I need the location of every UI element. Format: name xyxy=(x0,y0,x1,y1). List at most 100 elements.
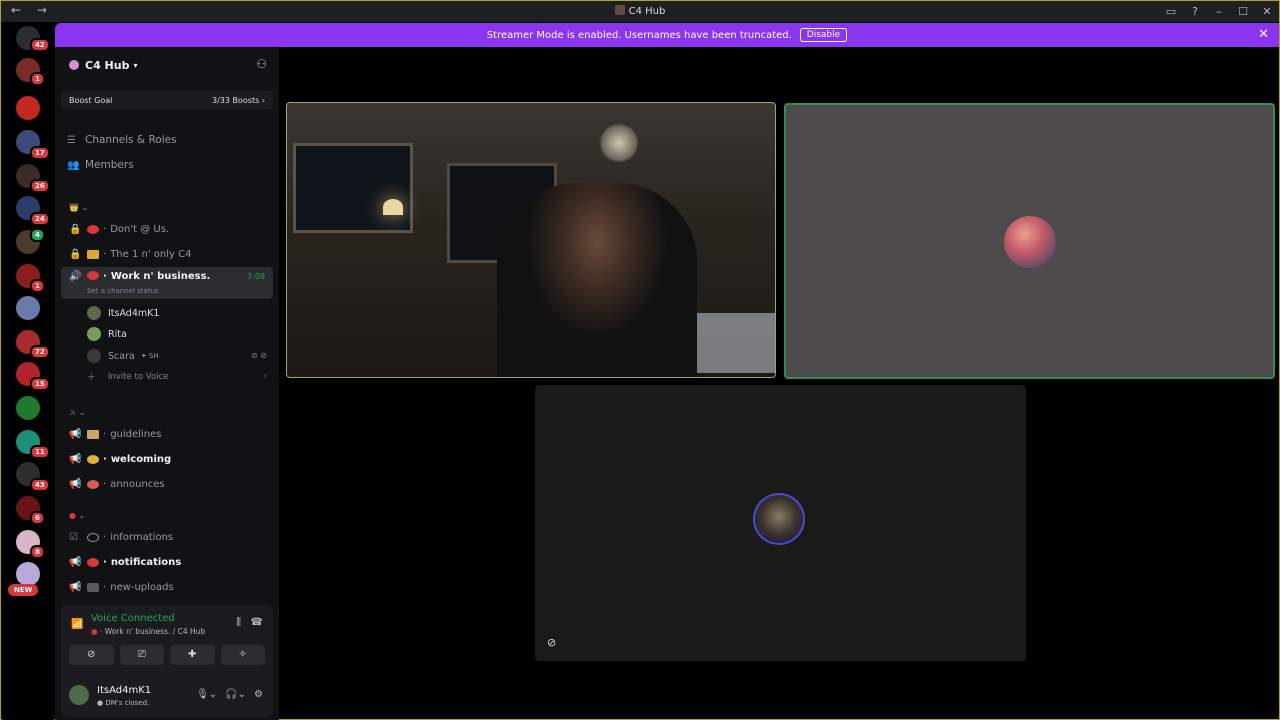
channel-new-uploads[interactable]: 📢 · new-uploads xyxy=(61,576,273,598)
audio-controls: 🎙⌄ 🎧⌄ ⚙ xyxy=(196,689,263,700)
chevron-right-icon: › xyxy=(261,95,265,105)
invite-label: Invite to Voice xyxy=(108,372,169,382)
server-icon-mafia[interactable] xyxy=(16,96,40,120)
video-tile-avatar-speaking[interactable] xyxy=(784,103,1275,379)
video-tile-avatar[interactable]: ⊘ xyxy=(535,385,1026,661)
voice-channel-path[interactable]: ● · Work n' business. / C4 Hub xyxy=(91,627,205,636)
members-label: Members xyxy=(85,159,134,171)
channel-name: new-uploads xyxy=(110,581,174,593)
set-status-link[interactable]: Set a channel status xyxy=(87,287,159,295)
announcement-icon: 📢 xyxy=(69,428,82,440)
call-duration: 7:09 xyxy=(247,272,265,281)
unread-badge: 72 xyxy=(30,345,50,359)
category-swords[interactable]: ⚔ ⌄ xyxy=(69,408,85,417)
channel-name: informations xyxy=(110,531,174,543)
signal-icon[interactable]: 📶 xyxy=(71,619,83,630)
invite-to-voice[interactable]: ＋ Invite to Voice xyxy=(87,368,168,386)
camera-off-button[interactable]: ⊘ xyxy=(69,645,114,665)
muted-deafened-icon: ⊘ ⊘ xyxy=(251,351,267,360)
soundboard-button[interactable]: ✧ xyxy=(220,645,265,665)
user-panel: ItsAd4mK1 ● DM's closed. 🎙⌄ 🎧⌄ ⚙ xyxy=(61,677,273,715)
channel-name: announces xyxy=(110,478,165,490)
server-icon xyxy=(69,60,79,70)
video-lamp xyxy=(383,199,403,215)
voice-channel-work[interactable]: 🔊 · Work n' business. 7:09 Set a channel… xyxy=(61,267,273,299)
lock-icon: 🔒 xyxy=(69,223,82,235)
server-rail: 42 1 17 26 24 4 1 72 15 11 43 6 8 NEW xyxy=(2,22,54,720)
inbox-icon[interactable]: ▭ xyxy=(1159,5,1183,18)
disconnect-icon[interactable]: ☎ xyxy=(251,617,263,628)
avatar[interactable] xyxy=(69,685,89,705)
voice-user-name: Rita xyxy=(108,328,127,340)
voice-user[interactable]: Scara ✦ SH xyxy=(87,347,159,365)
noise-suppression-icon[interactable]: ⫼ xyxy=(236,617,241,628)
add-friend-icon[interactable]: ⚇ xyxy=(256,57,267,71)
channel-guidelines[interactable]: 📢 · guidelines xyxy=(61,423,273,445)
members-link[interactable]: 👥 Members xyxy=(67,159,134,171)
close-banner-icon[interactable]: ✕ xyxy=(1258,27,1269,42)
screen-share-button[interactable]: ⎚ xyxy=(119,645,164,665)
user-status: ● DM's closed. xyxy=(97,699,150,707)
channel-name: Don't @ Us. xyxy=(110,223,170,235)
category-red-dot[interactable]: ● ⌄ xyxy=(69,511,85,520)
boost-goal-bar[interactable]: Boost Goal 3/33 Boosts › xyxy=(61,91,273,109)
avatar xyxy=(87,349,101,363)
server-name: C4 Hub xyxy=(85,58,130,72)
channel-name: The 1 n' only C4 xyxy=(110,248,192,260)
server-icon[interactable] xyxy=(16,562,40,586)
server-icon[interactable] xyxy=(16,396,40,420)
red-circle-icon xyxy=(87,557,99,567)
voice-user[interactable]: ItsAd4mK1 xyxy=(87,304,159,322)
help-icon[interactable]: ? xyxy=(1183,5,1207,18)
window-title-text: C4 Hub xyxy=(628,6,666,17)
channel-notifications[interactable]: 📢 · notifications xyxy=(61,551,273,573)
unread-badge: 17 xyxy=(30,146,50,160)
wave-icon xyxy=(87,454,99,464)
announcement-icon: 📢 xyxy=(69,581,82,593)
video-tile-camera[interactable] xyxy=(286,102,776,378)
members-icon: 👥 xyxy=(67,159,80,171)
close-window-button[interactable]: ✕ xyxy=(1255,5,1279,18)
streamer-mode-banner: Streamer Mode is enabled. Usernames have… xyxy=(55,23,1279,47)
boost-goal-label: Boost Goal xyxy=(69,95,113,105)
add-user-icon: ＋ xyxy=(87,373,96,383)
server-logo-icon xyxy=(614,5,625,15)
channel-dont-at-us[interactable]: 🔒 · Don't @ Us. xyxy=(61,218,273,240)
megaphone-icon xyxy=(87,479,99,489)
disable-streamer-mode-button[interactable]: Disable xyxy=(799,28,848,42)
voice-actions: ⫼ ☎ xyxy=(236,617,263,628)
microphone-icon[interactable]: 🎙⌄ xyxy=(196,689,217,700)
participant-avatar xyxy=(753,493,805,545)
voice-user[interactable]: Rita xyxy=(87,325,127,343)
channels-roles-link[interactable]: ☰ Channels & Roles xyxy=(67,134,177,146)
channels-roles-label: Channels & Roles xyxy=(85,134,177,146)
server-header[interactable]: C4 Hub ▾ ⚇ xyxy=(55,47,279,83)
channel-announces[interactable]: 📢 · announces xyxy=(61,473,273,495)
category-crown[interactable]: 👑 ⌄ xyxy=(69,203,88,212)
username[interactable]: ItsAd4mK1 xyxy=(97,685,151,696)
headphones-icon[interactable]: 🎧⌄ xyxy=(225,689,246,700)
channel-name: welcoming xyxy=(110,453,172,465)
unread-badge: 15 xyxy=(30,377,50,391)
channel-informations[interactable]: ☑ · informations xyxy=(61,526,273,548)
maximize-button[interactable]: ☐ xyxy=(1231,5,1255,18)
minimize-button[interactable]: – xyxy=(1207,5,1231,18)
settings-gear-icon[interactable]: ⚙ xyxy=(254,689,263,700)
voice-status: Voice Connected xyxy=(91,613,175,624)
server-icon[interactable] xyxy=(16,296,40,320)
tv-icon xyxy=(87,582,99,592)
chevron-down-icon: ▾ xyxy=(133,60,138,70)
announcement-icon: 📢 xyxy=(69,478,82,490)
channel-welcoming[interactable]: 📢 · welcoming xyxy=(61,448,273,470)
banner-text: Streamer Mode is enabled. Usernames have… xyxy=(486,29,792,41)
title-bar: ← → C4 Hub ▭ ? – ☐ ✕ xyxy=(1,1,1279,22)
activities-button[interactable]: ✚ xyxy=(170,645,215,665)
channel-name: Work n' business. xyxy=(110,271,211,282)
unread-badge: 8 xyxy=(30,545,45,559)
unread-badge: 1 xyxy=(30,72,45,86)
voice-user-name: ItsAd4mK1 xyxy=(108,307,160,319)
camera-off-icon: ⊘ xyxy=(547,636,557,649)
guild-tag: ✦ SH xyxy=(140,352,159,360)
channel-only-c4[interactable]: 🔒 · The 1 n' only C4 xyxy=(61,243,273,265)
scroll-icon xyxy=(87,429,99,439)
